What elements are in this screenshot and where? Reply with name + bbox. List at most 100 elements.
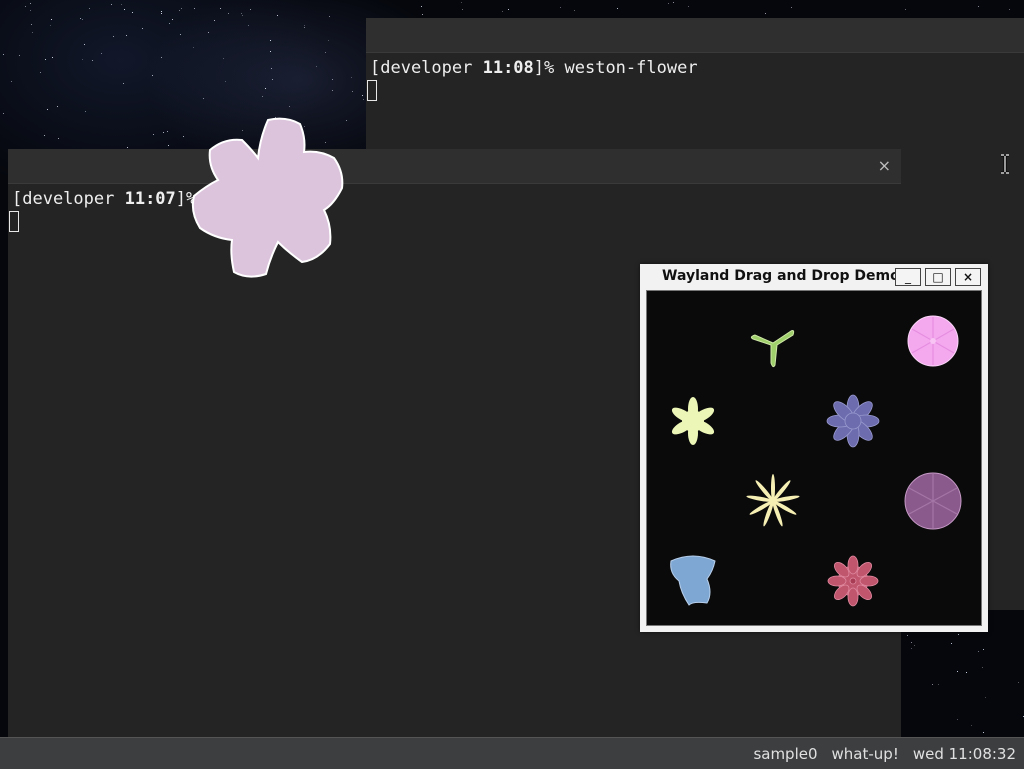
panel-item-whatup[interactable]: what-up! [832,745,899,763]
star [193,8,195,10]
terminal-titlebar[interactable] [366,18,1024,53]
star [180,7,182,9]
star [18,55,20,57]
star [24,6,26,8]
star [126,146,128,148]
flower-blue[interactable] [661,549,725,613]
prompt-command: weston-flower [564,58,698,78]
star [362,95,364,97]
star [983,731,985,733]
star [242,14,244,16]
star [46,109,48,111]
star [111,4,113,6]
star [271,68,273,70]
star [39,71,41,73]
panel-item-sample0[interactable]: sample0 [753,745,817,763]
star [58,138,60,140]
star [89,7,91,9]
star [224,81,226,83]
star [978,650,980,652]
star [325,51,327,53]
star [152,74,154,76]
star [573,9,575,11]
star [142,27,144,29]
star [984,696,986,698]
star [161,13,163,15]
star [461,8,463,10]
star [51,18,53,20]
star [178,9,180,11]
star [10,80,12,82]
star [171,18,173,20]
star [911,648,913,650]
star [331,79,333,81]
flower-slateblue[interactable] [821,389,885,453]
star [126,34,128,36]
star [228,12,230,14]
flower-rose[interactable] [821,549,885,613]
star [162,132,164,134]
dnd-demo-window[interactable]: Wayland Drag and Drop Demo _ □ × [640,264,988,632]
star [208,32,210,34]
star [269,40,271,41]
star [31,24,33,26]
star [329,15,331,17]
prompt-time: 11:08 [482,58,534,78]
star [247,25,249,27]
flower-green[interactable] [741,309,805,373]
star [765,12,767,14]
star [362,98,364,100]
maximize-button[interactable]: □ [925,268,951,286]
star [220,7,222,9]
star [193,47,195,49]
star [978,6,980,8]
star [56,106,58,108]
star [905,9,907,11]
star [461,1,463,3]
star [30,10,32,12]
dnd-canvas[interactable] [646,290,982,626]
star [981,667,983,669]
close-icon[interactable]: × [878,156,891,175]
star [51,56,53,58]
star [1009,8,1011,10]
star [131,11,133,13]
terminal-titlebar[interactable]: × [8,149,901,184]
minimize-button[interactable]: _ [895,268,921,286]
star [113,36,115,38]
star [249,8,251,10]
star [316,66,318,68]
star [687,5,689,7]
star [166,130,168,132]
drag-gear-icon[interactable] [186,114,350,282]
star [270,50,272,52]
star [351,91,353,93]
flower-lightyellow[interactable] [661,389,725,453]
star [983,648,985,650]
star [120,4,122,6]
star [328,39,330,41]
star [420,5,422,7]
star [422,13,424,15]
bottom-panel: sample0 what-up! wed 11:08:32 [0,737,1024,769]
close-button[interactable]: × [955,268,981,286]
star [31,31,33,33]
star [123,8,125,10]
star [3,113,5,115]
flower-cream[interactable] [741,469,805,533]
prompt-user: [developer [12,189,125,209]
star [303,26,305,28]
star [560,6,562,8]
flower-pink[interactable] [901,309,965,373]
star [264,88,266,90]
star [180,34,182,36]
star [913,644,915,646]
star [970,725,972,727]
star [332,89,334,91]
ibeam-cursor-icon [1001,154,1009,174]
star [1017,681,1019,683]
flower-mauve[interactable] [901,469,965,533]
star [214,19,216,21]
star [85,110,87,112]
star [223,57,225,59]
